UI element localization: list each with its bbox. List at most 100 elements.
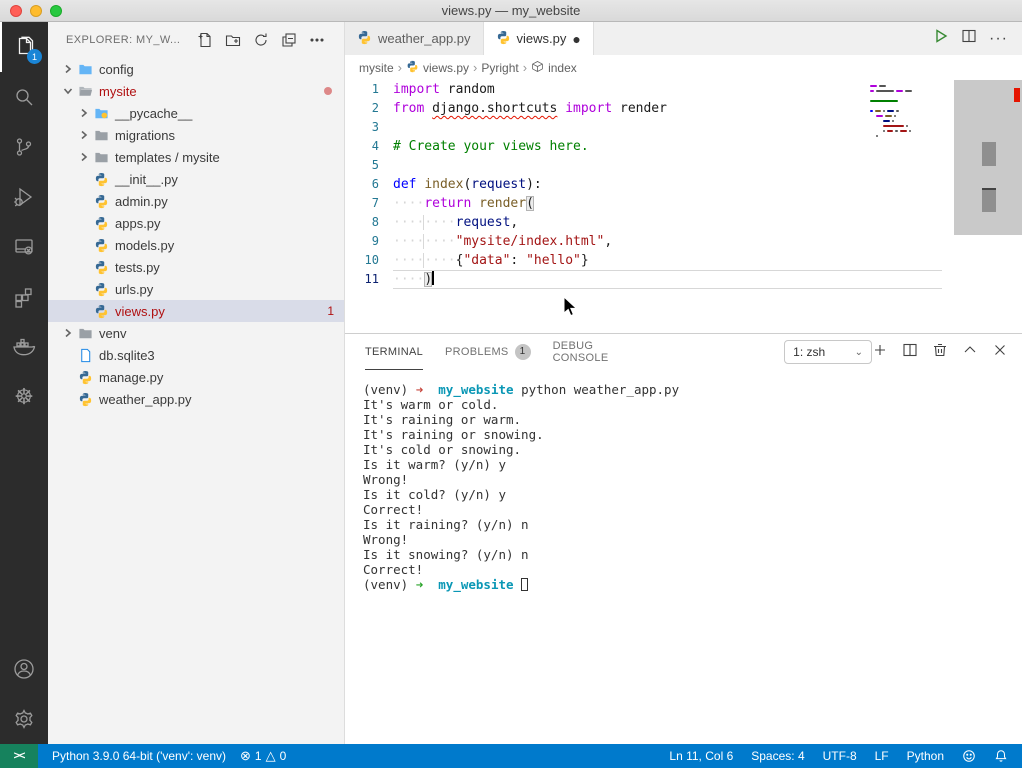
new-folder-icon[interactable] — [222, 29, 244, 51]
terminal-line: It's raining or snowing. — [363, 427, 1022, 442]
tree-item-views-py[interactable]: views.py1 — [48, 300, 344, 322]
line-number: 3 — [345, 118, 393, 137]
minimap[interactable] — [870, 84, 942, 139]
code-line-10[interactable]: 10········{"data": "hello"} — [345, 251, 1022, 270]
breadcrumb-item-index[interactable]: index — [531, 60, 577, 76]
split-terminal-icon[interactable] — [902, 342, 918, 363]
tree-item-venv[interactable]: venv — [48, 322, 344, 344]
notifications-bell-icon[interactable] — [994, 749, 1008, 763]
status-utf-8[interactable]: UTF-8 — [823, 749, 857, 763]
code-line-7[interactable]: 7····return render( — [345, 194, 1022, 213]
tree-item-db-sqlite3[interactable]: db.sqlite3 — [48, 344, 344, 366]
close-window-button[interactable] — [10, 5, 22, 17]
editor-tab-weather-app-py[interactable]: weather_app.py — [345, 22, 484, 55]
tree-item-migrations[interactable]: migrations — [48, 124, 344, 146]
run-file-button[interactable] — [933, 28, 949, 49]
split-editor-icon[interactable] — [961, 28, 977, 49]
terminal-line: Is it warm? (y/n) y — [363, 457, 1022, 472]
tree-item--pycache-[interactable]: __pycache__ — [48, 102, 344, 124]
minimize-window-button[interactable] — [30, 5, 42, 17]
line-number: 11 — [345, 270, 393, 289]
status-ln-11-col-6[interactable]: Ln 11, Col 6 — [669, 749, 733, 763]
line-number: 9 — [345, 232, 393, 251]
activity-kubernetes-icon[interactable]: ☸ — [0, 372, 48, 422]
activity-extensions-icon[interactable] — [0, 272, 48, 322]
python-interpreter-status[interactable]: Python 3.9.0 64-bit ('venv': venv) — [52, 749, 226, 763]
tree-item-label: urls.py — [115, 282, 153, 297]
panel-tab-terminal[interactable]: TERMINAL — [365, 334, 423, 370]
tree-item-config[interactable]: config — [48, 58, 344, 80]
terminal-line: Correct! — [363, 502, 1022, 517]
activity-docker-icon[interactable] — [0, 322, 48, 372]
code-editor[interactable]: 1import random2from django.shortcuts imp… — [345, 80, 1022, 333]
activity-settings-icon[interactable] — [0, 694, 48, 744]
tree-item--init-py[interactable]: __init__.py — [48, 168, 344, 190]
tree-item-label: models.py — [115, 238, 174, 253]
status-python[interactable]: Python — [907, 749, 944, 763]
bottom-panel: TERMINAL PROBLEMS1 DEBUG CONSOLE 1: zsh⌄ (v… — [345, 333, 1022, 744]
feedback-smiley-icon[interactable] — [962, 749, 976, 763]
activity-search-icon[interactable] — [0, 72, 48, 122]
activity-source-control-icon[interactable] — [0, 122, 48, 172]
tree-item-models-py[interactable]: models.py — [48, 234, 344, 256]
tree-item-admin-py[interactable]: admin.py — [48, 190, 344, 212]
code-text: ········request, — [393, 213, 518, 232]
breadcrumb-label: views.py — [423, 61, 469, 75]
tree-item-label: manage.py — [99, 370, 163, 385]
terminal-line: It's cold or snowing. — [363, 442, 1022, 457]
tree-item-label: config — [99, 62, 134, 77]
scrollbar-thumb[interactable] — [982, 188, 996, 212]
code-line-8[interactable]: 8········request, — [345, 213, 1022, 232]
breadcrumb-item-views-py[interactable]: views.py — [406, 60, 469, 76]
tree-item-manage-py[interactable]: manage.py — [48, 366, 344, 388]
close-panel-icon[interactable] — [992, 342, 1008, 363]
activity-remote-explorer-icon[interactable] — [0, 222, 48, 272]
remote-indicator[interactable]: >< — [0, 744, 38, 768]
breadcrumb[interactable]: mysite›views.py›Pyright›index — [345, 55, 1022, 80]
activity-run-debug-icon[interactable] — [0, 172, 48, 222]
scrollbar-thumb[interactable] — [982, 142, 996, 166]
code-line-6[interactable]: 6def index(request): — [345, 175, 1022, 194]
line-number: 6 — [345, 175, 393, 194]
more-icon[interactable] — [306, 29, 328, 51]
breadcrumb-item-pyright[interactable]: Pyright — [481, 61, 518, 75]
activity-account-icon[interactable] — [0, 644, 48, 694]
refresh-icon[interactable] — [250, 29, 272, 51]
tree-item-label: __pycache__ — [115, 106, 192, 121]
editor-more-actions-icon[interactable]: ··· — [989, 30, 1008, 48]
code-text: ····return render( — [393, 194, 534, 213]
tree-item-tests-py[interactable]: tests.py — [48, 256, 344, 278]
new-file-icon[interactable] — [194, 29, 216, 51]
activity-explorer-icon[interactable]: 1 — [0, 22, 48, 72]
kill-terminal-icon[interactable] — [932, 342, 948, 363]
tree-item-apps-py[interactable]: apps.py — [48, 212, 344, 234]
tree-item-weather-app-py[interactable]: weather_app.py — [48, 388, 344, 410]
folder-gray-icon — [92, 150, 110, 165]
tree-item-templates-mysite[interactable]: templates / mysite — [48, 146, 344, 168]
panel-tab-debug-console[interactable]: DEBUG CONSOLE — [553, 334, 613, 370]
zoom-window-button[interactable] — [50, 5, 62, 17]
editor-tab-views-py[interactable]: views.py● — [484, 22, 594, 55]
terminal-line: It's raining or warm. — [363, 412, 1022, 427]
code-line-11[interactable]: 11····) — [345, 270, 1022, 289]
tree-item-urls-py[interactable]: urls.py — [48, 278, 344, 300]
problems-status[interactable]: ⊗ 1 △ 0 — [240, 748, 286, 764]
python-icon — [496, 30, 511, 48]
maximize-panel-icon[interactable] — [962, 342, 978, 363]
code-line-9[interactable]: 9········"mysite/index.html", — [345, 232, 1022, 251]
panel-tab-problems[interactable]: PROBLEMS1 — [445, 334, 531, 370]
editor-scrollbar[interactable] — [954, 80, 1022, 235]
terminal-shell-select[interactable]: 1: zsh⌄ — [784, 340, 872, 364]
code-line-5[interactable]: 5 — [345, 156, 1022, 175]
breadcrumb-item-mysite[interactable]: mysite — [359, 61, 394, 75]
status-spaces-4[interactable]: Spaces: 4 — [751, 749, 804, 763]
modified-dot-icon[interactable]: ● — [572, 31, 580, 47]
tree-item-mysite[interactable]: mysite — [48, 80, 344, 102]
terminal-line: Is it cold? (y/n) y — [363, 487, 1022, 502]
tree-item-label: mysite — [99, 84, 137, 99]
collapse-all-icon[interactable] — [278, 29, 300, 51]
terminal-output[interactable]: (venv) ➜ my_website python weather_app.p… — [345, 370, 1022, 744]
code-line-4[interactable]: 4# Create your views here. — [345, 137, 1022, 156]
new-terminal-icon[interactable] — [872, 342, 888, 363]
status-lf[interactable]: LF — [875, 749, 889, 763]
